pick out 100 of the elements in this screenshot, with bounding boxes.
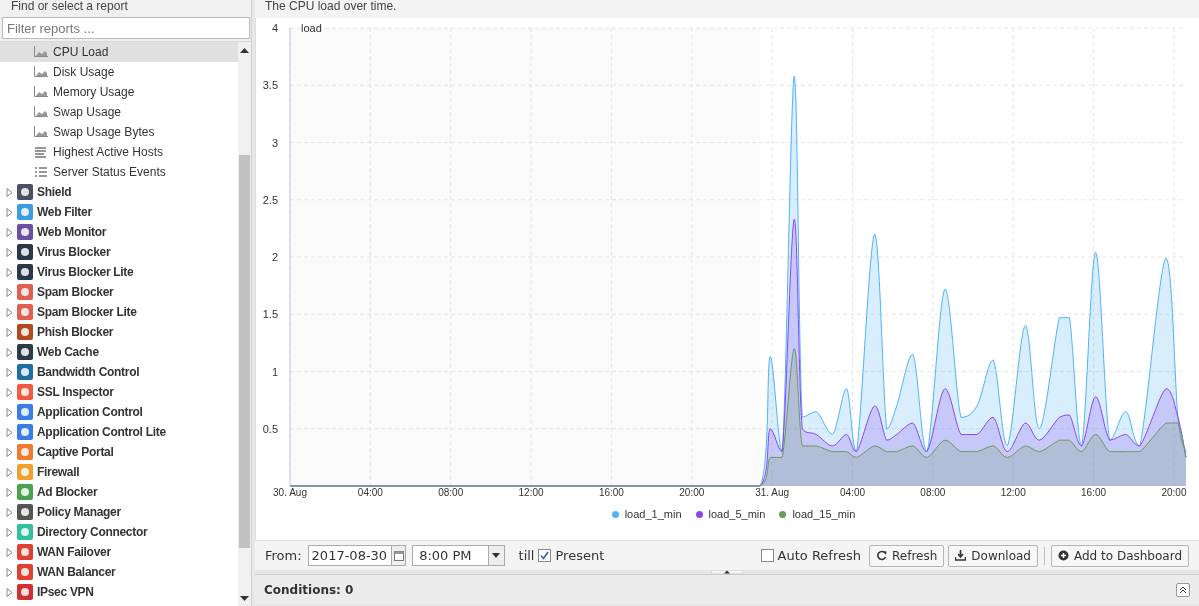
- tree-item[interactable]: Shield: [0, 182, 238, 202]
- add-to-dashboard-button[interactable]: Add to Dashboard: [1051, 544, 1189, 567]
- filter-field[interactable]: Filter reports ...: [2, 17, 250, 39]
- tree-item[interactable]: Application Control: [0, 402, 238, 422]
- tree-item[interactable]: Application Control Lite: [0, 422, 238, 442]
- tree-item[interactable]: Memory Usage: [0, 82, 238, 102]
- axis-label: 20:00: [679, 487, 705, 498]
- scroll-down-icon[interactable]: [240, 596, 249, 602]
- tree-item[interactable]: Policy Manager: [0, 502, 238, 522]
- tree-item[interactable]: Bandwidth Control: [0, 362, 238, 382]
- expand-arrow-icon[interactable]: [6, 447, 13, 457]
- expand-arrow-icon[interactable]: [6, 247, 13, 257]
- download-icon: [955, 550, 967, 561]
- axis-label: 4: [271, 22, 278, 34]
- checkbox[interactable]: [760, 549, 774, 562]
- expand-arrow-icon[interactable]: [6, 367, 13, 377]
- expand-arrow-icon[interactable]: [6, 587, 13, 597]
- refresh-icon: [876, 550, 887, 561]
- tree-item[interactable]: Directory Connector: [0, 522, 238, 542]
- axis-label: 0.5: [262, 422, 278, 435]
- tree-item[interactable]: Swap Usage: [0, 102, 238, 122]
- conditions-bar[interactable]: Conditions: 0: [255, 574, 1199, 604]
- legend-label[interactable]: load_5_min: [708, 505, 766, 523]
- expand-arrow-icon[interactable]: [6, 287, 13, 297]
- expand-arrow-icon[interactable]: [6, 487, 13, 497]
- tree-item[interactable]: Phish Blocker: [0, 322, 238, 342]
- tree-item[interactable]: Ad Blocker: [0, 482, 238, 502]
- date-field[interactable]: 2017-08-30: [307, 545, 407, 566]
- axis-label: 31. Aug: [755, 487, 790, 498]
- expand-arrow-icon[interactable]: [6, 547, 13, 557]
- expand-arrow-icon[interactable]: [6, 327, 13, 337]
- tree-item[interactable]: WAN Balancer: [0, 562, 238, 582]
- axis-label: 08:00: [920, 487, 946, 498]
- axis-label: 2: [271, 251, 278, 263]
- report-description: The CPU load over time.: [255, 0, 1199, 18]
- legend-label[interactable]: load_15_min: [792, 505, 856, 523]
- collapse-handle-icon[interactable]: [711, 570, 743, 574]
- legend-label[interactable]: load_1_min: [624, 505, 682, 523]
- tree-item[interactable]: Spam Blocker Lite: [0, 302, 238, 322]
- tree-item[interactable]: Web Filter: [0, 202, 238, 222]
- scroll-up-icon[interactable]: [240, 48, 249, 54]
- tree-item[interactable]: WAN Failover: [0, 542, 238, 562]
- expand-arrow-icon[interactable]: [6, 307, 13, 317]
- axis-label: 08:00: [438, 487, 464, 498]
- bar-list-icon: [34, 146, 48, 158]
- expand-arrow-icon[interactable]: [6, 227, 13, 237]
- scrollbar-thumb[interactable]: [239, 155, 250, 548]
- checkbox[interactable]: [538, 549, 552, 562]
- tree-item[interactable]: Captive Portal: [0, 442, 238, 462]
- expand-button[interactable]: [1176, 582, 1190, 597]
- expand-arrow-icon[interactable]: [6, 467, 13, 477]
- area-chart-icon: [34, 46, 48, 58]
- tree-item[interactable]: Firewall: [0, 462, 238, 482]
- calendar-icon[interactable]: [393, 550, 404, 561]
- expand-arrow-icon[interactable]: [6, 567, 13, 577]
- tree-item[interactable]: Disk Usage: [0, 62, 238, 82]
- expand-arrow-icon[interactable]: [6, 427, 13, 437]
- tree-item[interactable]: Server Status Events: [0, 162, 238, 182]
- time-select[interactable]: 8:00 PM: [412, 545, 505, 566]
- tree-item[interactable]: Virus Blocker Lite: [0, 262, 238, 282]
- expand-arrow-icon[interactable]: [6, 527, 13, 537]
- expand-arrow-icon[interactable]: [6, 187, 13, 197]
- axis-title: load: [301, 22, 322, 34]
- auto-refresh-label: Auto Refresh: [777, 546, 861, 565]
- area-chart-icon: [34, 106, 48, 118]
- area-chart-icon: [34, 86, 48, 98]
- dropdown-icon[interactable]: [492, 553, 501, 558]
- tree-item[interactable]: Virus Blocker: [0, 242, 238, 262]
- axis-label: 12:00: [1000, 487, 1026, 498]
- tree-item[interactable]: Web Monitor: [0, 222, 238, 242]
- from-label: From:: [265, 546, 302, 565]
- double-chevron-up-icon: [1179, 585, 1187, 594]
- tree-item[interactable]: Web Cache: [0, 342, 238, 362]
- download-button[interactable]: Download: [948, 544, 1038, 567]
- tree-item[interactable]: Swap Usage Bytes: [0, 122, 238, 142]
- area-chart-icon: [34, 126, 48, 138]
- tree-item[interactable]: Highest Active Hosts: [0, 142, 238, 162]
- expand-arrow-icon[interactable]: [6, 387, 13, 397]
- tree-item[interactable]: CPU Load: [0, 42, 238, 62]
- expand-arrow-icon[interactable]: [6, 347, 13, 357]
- conditions-label: Conditions: 0: [264, 581, 354, 599]
- expand-arrow-icon[interactable]: [6, 407, 13, 417]
- tree-item[interactable]: IPsec VPN: [0, 582, 238, 602]
- tree-item[interactable]: SSL Inspector: [0, 382, 238, 402]
- axis-label: 2.5: [262, 193, 278, 206]
- axis-label: 30. Aug: [273, 487, 307, 498]
- list-icon: [34, 166, 48, 178]
- scrollbar[interactable]: [238, 42, 251, 606]
- present-label: Present: [555, 546, 605, 565]
- axis-label: 20:00: [1161, 487, 1187, 498]
- plus-circle-icon: [1058, 550, 1069, 561]
- expand-arrow-icon[interactable]: [6, 207, 13, 217]
- till-label: till: [518, 546, 535, 565]
- sidebar-title: Find or select a report: [10, 0, 129, 15]
- expand-arrow-icon[interactable]: [6, 267, 13, 277]
- expand-arrow-icon[interactable]: [6, 507, 13, 517]
- axis-label: 04:00: [357, 487, 383, 498]
- refresh-button[interactable]: Refresh: [869, 544, 945, 567]
- axis-label: 16:00: [598, 487, 624, 498]
- tree-item[interactable]: Spam Blocker: [0, 282, 238, 302]
